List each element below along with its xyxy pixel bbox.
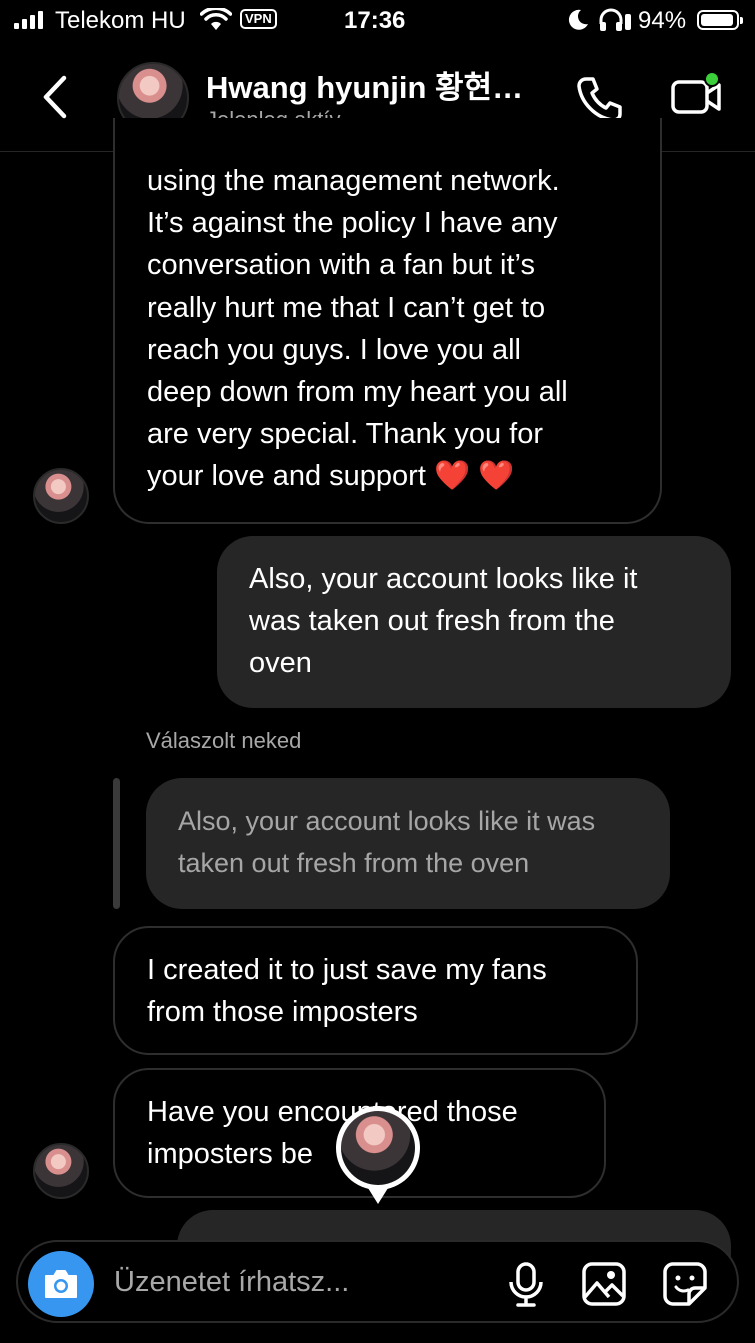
message-line: Also, your account looks like it [249, 563, 638, 595]
battery-percent: 94% [638, 7, 687, 34]
headphones-icon [599, 8, 631, 31]
wifi-icon [200, 8, 232, 30]
status-bar: Telekom HU VPN 17:36 94% [0, 0, 755, 44]
camera-button[interactable] [28, 1251, 94, 1317]
active-status-dot [704, 71, 720, 87]
message-line: deep down from my heart you all [147, 376, 568, 409]
phone-icon[interactable] [574, 74, 624, 124]
message-line: was taken out fresh from the [249, 605, 615, 638]
sticker-icon[interactable] [662, 1261, 708, 1307]
battery-icon [697, 10, 743, 30]
status-time: 17:36 [344, 7, 406, 34]
message-bubble-incoming[interactable]: I created it to just save my fans from t… [113, 926, 638, 1055]
quoted-line: taken out fresh from the oven [178, 848, 530, 878]
message-line: conversation with a fan but it’s [147, 249, 535, 282]
microphone-icon[interactable] [506, 1262, 546, 1308]
message-line: are very special. Thank you for [147, 418, 543, 451]
typing-avatar [341, 1111, 415, 1185]
vpn-badge: VPN [240, 9, 277, 29]
quoted-line: Also, your account looks like it was [178, 806, 596, 836]
message-line: It’s against the policy I have any [147, 207, 558, 240]
quoted-message[interactable]: Also, your account looks like it was tak… [146, 778, 670, 909]
message-line: using the management network. [147, 165, 560, 197]
message-line: from those imposters [147, 996, 418, 1029]
message-line: really hurt me that I can’t get to [147, 291, 546, 324]
sender-avatar[interactable] [33, 1143, 89, 1199]
message-line: I created it to just save my fans [147, 954, 547, 986]
carrier-name: Telekom HU [55, 7, 186, 34]
typing-indicator-avatar [336, 1106, 420, 1204]
contact-name[interactable]: Hwang hyunjin 황현… [206, 62, 523, 107]
message-bubble-outgoing[interactable]: Also, your account looks like it was tak… [217, 536, 731, 708]
message-line: your love and support ❤️ ❤️ [147, 460, 515, 493]
back-chevron-icon[interactable] [40, 74, 70, 120]
message-bubble-incoming[interactable]: using the management network. It’s again… [113, 118, 662, 524]
message-line: reach you guys. I love you all [147, 333, 521, 366]
message-composer [16, 1240, 739, 1323]
message-line: oven [249, 647, 312, 680]
signal-icon [14, 11, 43, 29]
moon-icon [568, 9, 588, 30]
message-input[interactable] [114, 1260, 474, 1304]
gallery-icon[interactable] [581, 1261, 627, 1307]
reply-label: Válaszolt neked [146, 728, 302, 753]
reply-indicator-bar [113, 778, 120, 909]
camera-icon [45, 1270, 77, 1298]
sender-avatar[interactable] [33, 468, 89, 524]
